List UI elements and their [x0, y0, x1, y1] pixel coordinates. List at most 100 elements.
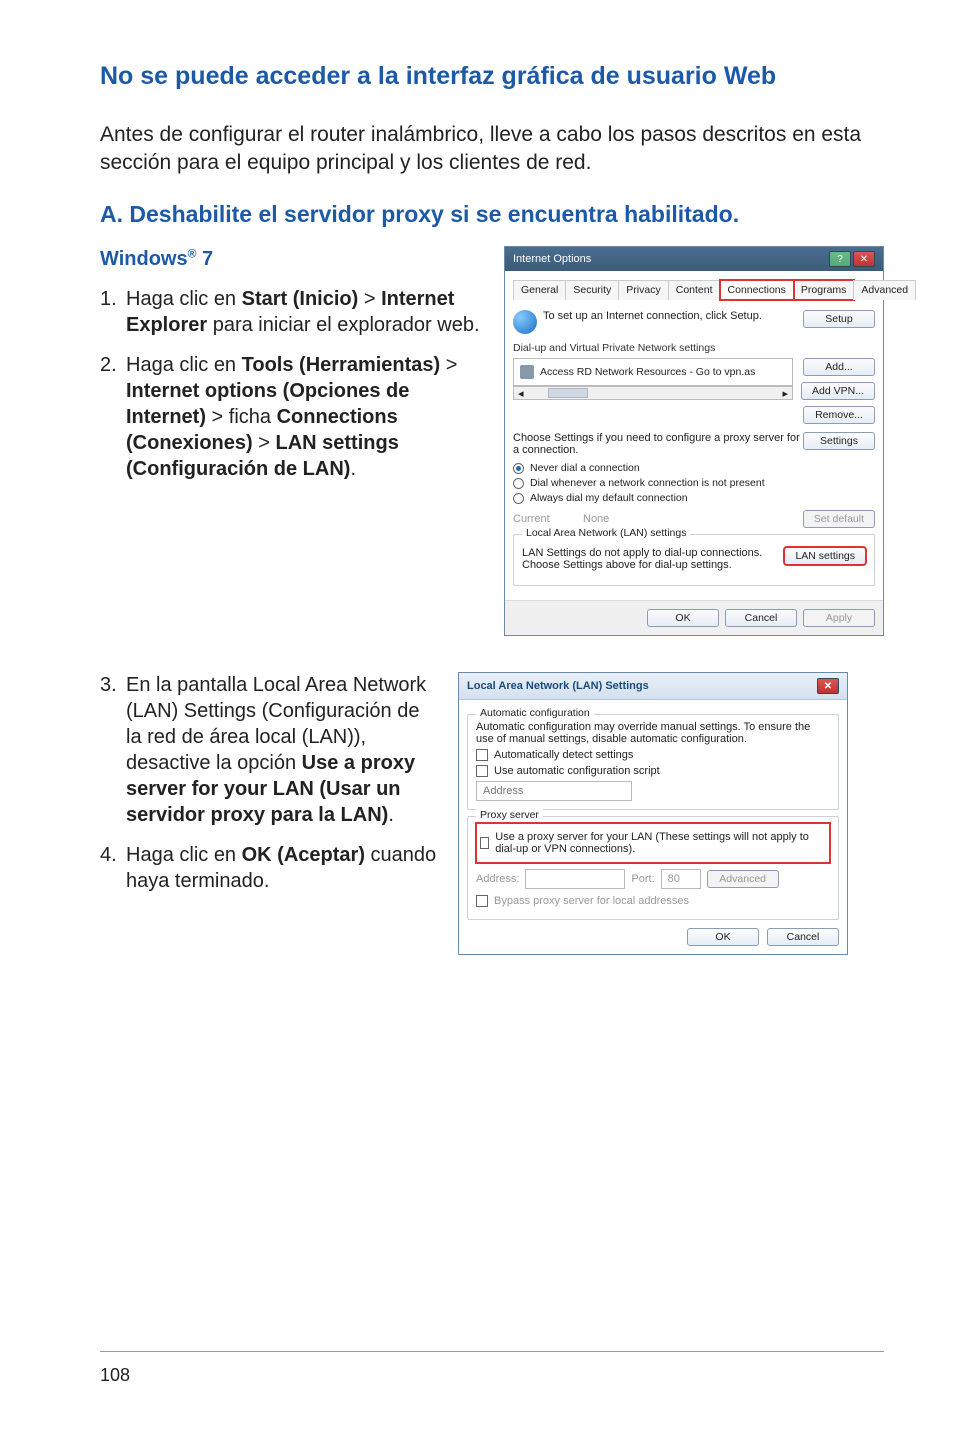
remove-button[interactable]: Remove...: [803, 406, 875, 424]
horizontal-scrollbar[interactable]: ◂▸: [513, 386, 793, 400]
step-2-number: 2.: [100, 352, 126, 482]
radio-icon: [513, 478, 524, 489]
add-vpn-button[interactable]: Add VPN...: [801, 382, 875, 400]
dialog-title-text: Internet Options: [513, 253, 591, 265]
tab-general[interactable]: General: [513, 280, 566, 300]
dialog-titlebar: Internet Options ? ✕: [505, 247, 883, 271]
tab-strip: General Security Privacy Content Connect…: [513, 279, 875, 300]
step2-period: .: [350, 458, 356, 480]
step3-period: .: [388, 804, 394, 826]
step1-text-e: para iniciar el explorador web.: [207, 314, 479, 336]
proxy-address-label: Address:: [476, 873, 519, 885]
setup-text: To set up an Internet connection, click …: [543, 310, 803, 322]
radio-dial-label: Dial whenever a network connection is no…: [530, 477, 765, 489]
proxy-server-group: Proxy server Use a proxy server for your…: [467, 816, 839, 920]
auto-script-label: Use automatic configuration script: [494, 765, 660, 777]
network-icon: [520, 365, 534, 379]
footer-divider: [100, 1351, 884, 1352]
ok-button[interactable]: OK: [647, 609, 719, 627]
radio-always-dial[interactable]: Always dial my default connection: [513, 492, 875, 504]
proxy-group-title: Proxy server: [476, 809, 543, 821]
lan-dialog-titlebar: Local Area Network (LAN) Settings ✕: [459, 673, 847, 700]
checkbox-icon: [480, 837, 489, 849]
lan-group-title: Local Area Network (LAN) settings: [522, 527, 690, 539]
set-default-button[interactable]: Set default: [803, 510, 875, 528]
page-number: 108: [100, 1365, 130, 1386]
dialog-footer: OK Cancel Apply: [505, 600, 883, 635]
scroll-left-icon[interactable]: ◂: [514, 387, 528, 400]
lan-settings-button[interactable]: LAN settings: [784, 547, 866, 565]
windows-version: 7: [196, 248, 213, 270]
proxy-port-label: Port:: [631, 873, 654, 885]
use-proxy-label: Use a proxy server for your LAN (These s…: [495, 831, 826, 855]
current-label: Current: [513, 513, 583, 525]
choose-settings-text: Choose Settings if you need to configure…: [513, 432, 803, 456]
lan-text: LAN Settings do not apply to dial-up con…: [522, 547, 784, 571]
radio-icon: [513, 493, 524, 504]
tab-privacy[interactable]: Privacy: [618, 280, 668, 300]
windows-word: Windows: [100, 248, 188, 270]
checkbox-icon: [476, 765, 488, 777]
lan-settings-dialog: Local Area Network (LAN) Settings ✕ Auto…: [458, 672, 848, 955]
close-icon[interactable]: ✕: [853, 251, 875, 267]
step-4-number: 4.: [100, 842, 126, 894]
use-proxy-checkbox[interactable]: Use a proxy server for your LAN (These s…: [480, 831, 826, 855]
tab-security[interactable]: Security: [565, 280, 619, 300]
help-icon[interactable]: ?: [829, 251, 851, 267]
step-4: 4. Haga clic en OK (Aceptar) cuando haya…: [100, 842, 440, 894]
tab-advanced[interactable]: Advanced: [853, 280, 916, 300]
tab-content[interactable]: Content: [668, 280, 721, 300]
connections-listbox[interactable]: Access RD Network Resources - Go to vpn.…: [513, 358, 793, 386]
advanced-button[interactable]: Advanced: [707, 870, 779, 888]
bypass-checkbox[interactable]: Bypass proxy server for local addresses: [476, 895, 830, 907]
close-icon[interactable]: ✕: [817, 678, 839, 694]
step-1-number: 1.: [100, 286, 126, 338]
proxy-port-input[interactable]: [661, 869, 701, 889]
step2-text-e: > ficha: [206, 406, 277, 428]
tab-programs[interactable]: Programs: [793, 280, 855, 300]
lan-group: Local Area Network (LAN) settings LAN Se…: [513, 534, 875, 586]
auto-detect-label: Automatically detect settings: [494, 749, 633, 761]
auto-script-checkbox[interactable]: Use automatic configuration script: [476, 765, 830, 777]
add-button[interactable]: Add...: [803, 358, 875, 376]
tab-connections[interactable]: Connections: [720, 280, 794, 300]
step2-sep1: >: [440, 354, 457, 376]
step2-tools: Tools (Herramientas): [242, 354, 441, 376]
intro-paragraph: Antes de configurar el router inalámbric…: [100, 121, 884, 178]
auto-config-text: Automatic configuration may override man…: [476, 721, 830, 745]
proxy-address-input[interactable]: [525, 869, 625, 889]
script-address-input[interactable]: [476, 781, 632, 801]
checkbox-icon: [476, 895, 488, 907]
checkbox-icon: [476, 749, 488, 761]
scroll-thumb[interactable]: [548, 388, 588, 398]
scroll-right-icon[interactable]: ▸: [779, 387, 793, 400]
settings-button[interactable]: Settings: [803, 432, 875, 450]
lan-dialog-title-text: Local Area Network (LAN) Settings: [467, 680, 649, 692]
globe-icon: [513, 310, 537, 334]
list-entry: Access RD Network Resources - Go to vpn.…: [540, 366, 755, 378]
setup-button[interactable]: Setup: [803, 310, 875, 328]
step2-text-a: Haga clic en: [126, 354, 242, 376]
internet-options-dialog: Internet Options ? ✕ General Security Pr…: [504, 246, 884, 636]
current-value: None: [583, 513, 803, 525]
step1-text-a: Haga clic en: [126, 288, 242, 310]
radio-never-dial[interactable]: Never dial a connection: [513, 462, 875, 474]
lan-ok-button[interactable]: OK: [687, 928, 759, 946]
radio-icon: [513, 463, 524, 474]
step1-sep1: >: [358, 288, 381, 310]
step-3-number: 3.: [100, 672, 126, 828]
auto-config-group-title: Automatic configuration: [476, 707, 594, 719]
cancel-button[interactable]: Cancel: [725, 609, 797, 627]
lan-cancel-button[interactable]: Cancel: [767, 928, 839, 946]
auto-config-group: Automatic configuration Automatic config…: [467, 714, 839, 810]
step4-ok: OK (Aceptar): [242, 844, 365, 866]
section-a-heading: A. Deshabilite el servidor proxy si se e…: [100, 201, 884, 228]
bypass-label: Bypass proxy server for local addresses: [494, 895, 689, 907]
apply-button[interactable]: Apply: [803, 609, 875, 627]
step-1: 1. Haga clic en Start (Inicio) > Interne…: [100, 286, 486, 338]
auto-detect-checkbox[interactable]: Automatically detect settings: [476, 749, 830, 761]
heading-no-access: No se puede acceder a la interfaz gráfic…: [100, 60, 884, 93]
radio-always-label: Always dial my default connection: [530, 492, 688, 504]
radio-dial-whenever[interactable]: Dial whenever a network connection is no…: [513, 477, 875, 489]
dialup-label: Dial-up and Virtual Private Network sett…: [513, 342, 875, 354]
